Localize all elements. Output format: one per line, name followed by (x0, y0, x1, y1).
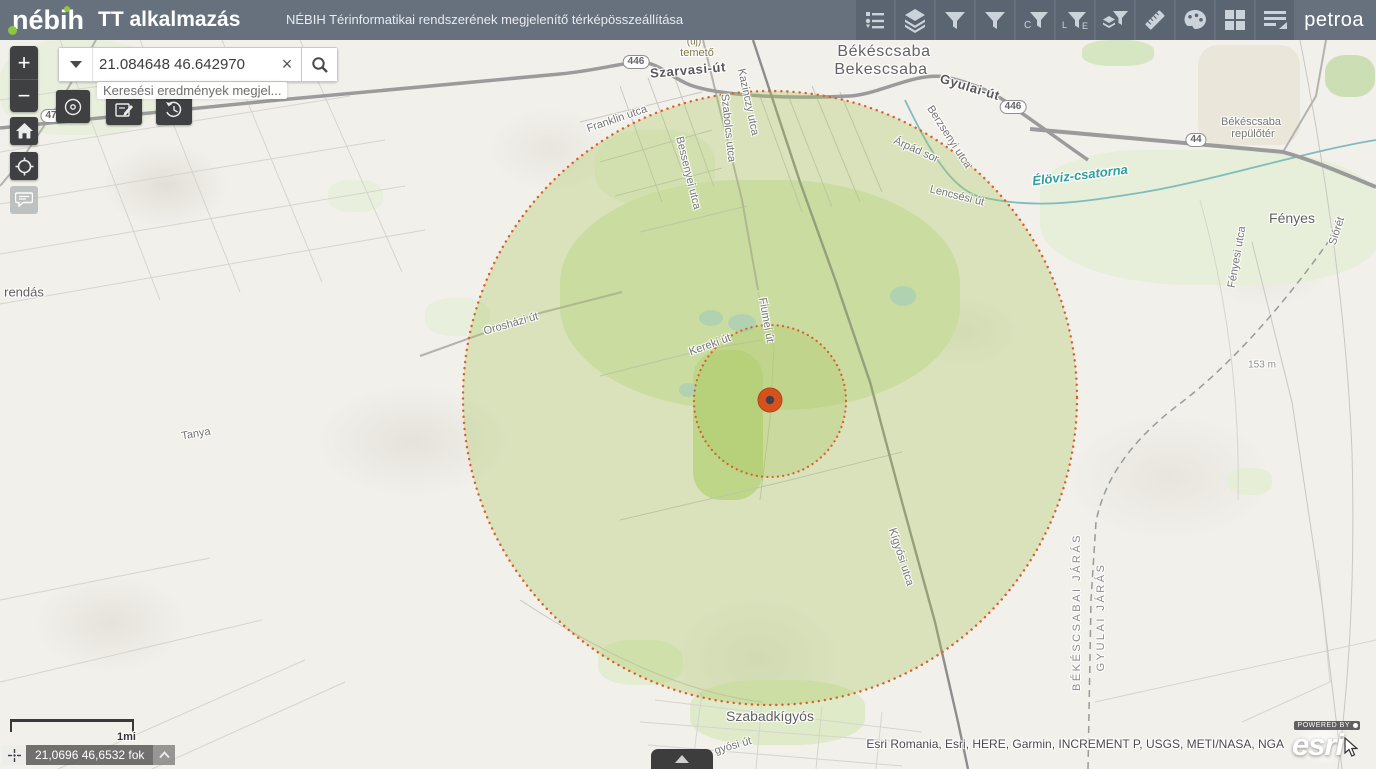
mouse-cursor (1344, 737, 1358, 757)
layer-filter-icon[interactable] (1096, 0, 1134, 40)
search-button[interactable] (301, 48, 337, 81)
svg-text:L: L (1062, 20, 1067, 30)
header-bar: nébih TT alkalmazás NÉBIH Térinformatika… (0, 0, 1376, 40)
chevron-down-icon (70, 61, 82, 68)
search-input[interactable] (93, 48, 273, 81)
buffer-tool-button[interactable] (56, 90, 90, 123)
locate-button[interactable] (10, 152, 38, 180)
map-canvas[interactable]: (új)temetőSzarvasi-útKazinczy utcaSzabol… (0, 40, 1376, 769)
attribute-table-toggle[interactable] (651, 749, 713, 769)
filter-2-icon[interactable] (976, 0, 1014, 40)
clear-search-button[interactable]: × (273, 48, 301, 81)
zoom-in-button[interactable]: + (10, 46, 38, 79)
filter-c-icon[interactable]: C (1016, 0, 1054, 40)
coordinate-readout: 21,0696 46,6532 fok (26, 745, 153, 765)
location-marker[interactable] (758, 388, 782, 412)
draw-icon[interactable] (1176, 0, 1214, 40)
home-icon (16, 123, 33, 139)
zoom-out-button[interactable]: − (10, 79, 38, 112)
coordinate-widget: 21,0696 46,6532 fok (2, 745, 175, 765)
search-bar: × (58, 47, 338, 82)
basemap-gallery-icon[interactable] (1216, 0, 1254, 40)
search-results-tooltip: Keresési eredmények megjel... (97, 82, 287, 99)
svg-text:C: C (1024, 20, 1031, 31)
legend-icon[interactable] (856, 0, 894, 40)
history-icon (164, 101, 184, 119)
application-window: nébih TT alkalmazás NÉBIH Térinformatika… (0, 0, 1376, 769)
esri-wordmark: esri (1292, 727, 1343, 763)
map-attribution: Esri Romania, Esri, HERE, Garmin, INCREM… (866, 737, 1284, 751)
edit-note-icon (114, 101, 134, 119)
locate-icon (15, 157, 34, 176)
app-title: TT alkalmazás (98, 8, 240, 32)
measure-icon[interactable] (1136, 0, 1174, 40)
home-button[interactable] (10, 117, 38, 145)
zoom-control: + − (10, 46, 38, 112)
app-subtitle: NÉBIH Térinformatikai rendszerének megje… (286, 12, 683, 27)
chevron-up-icon (159, 751, 170, 759)
expand-table-icon (675, 755, 689, 763)
filter-le-icon[interactable]: LE (1056, 0, 1094, 40)
speech-bubble-icon (15, 192, 33, 208)
layers-icon[interactable] (896, 0, 934, 40)
circle-dot-icon (63, 97, 83, 117)
logo-green-dot-i (64, 6, 70, 12)
buffer-graphics-layer (0, 40, 1376, 769)
coordinate-tracking-button[interactable] (2, 745, 26, 765)
edit-list-icon[interactable] (1256, 0, 1294, 40)
search-icon (311, 56, 329, 74)
logo-text: nébih (12, 5, 84, 35)
coordinate-expand-button[interactable] (153, 745, 175, 765)
filter-icon[interactable] (936, 0, 974, 40)
comment-button[interactable] (10, 186, 38, 214)
scale-label: 1mi (117, 731, 136, 743)
user-label[interactable]: petroa (1304, 9, 1364, 32)
crosshair-icon (8, 749, 21, 762)
logo-green-dot (8, 26, 17, 35)
nebih-logo: nébih (12, 0, 84, 40)
svg-text:E: E (1082, 21, 1088, 31)
scale-bar: 1mi (10, 719, 134, 732)
search-source-dropdown[interactable] (59, 48, 93, 81)
header-toolbar: C LE petroa (854, 0, 1376, 40)
